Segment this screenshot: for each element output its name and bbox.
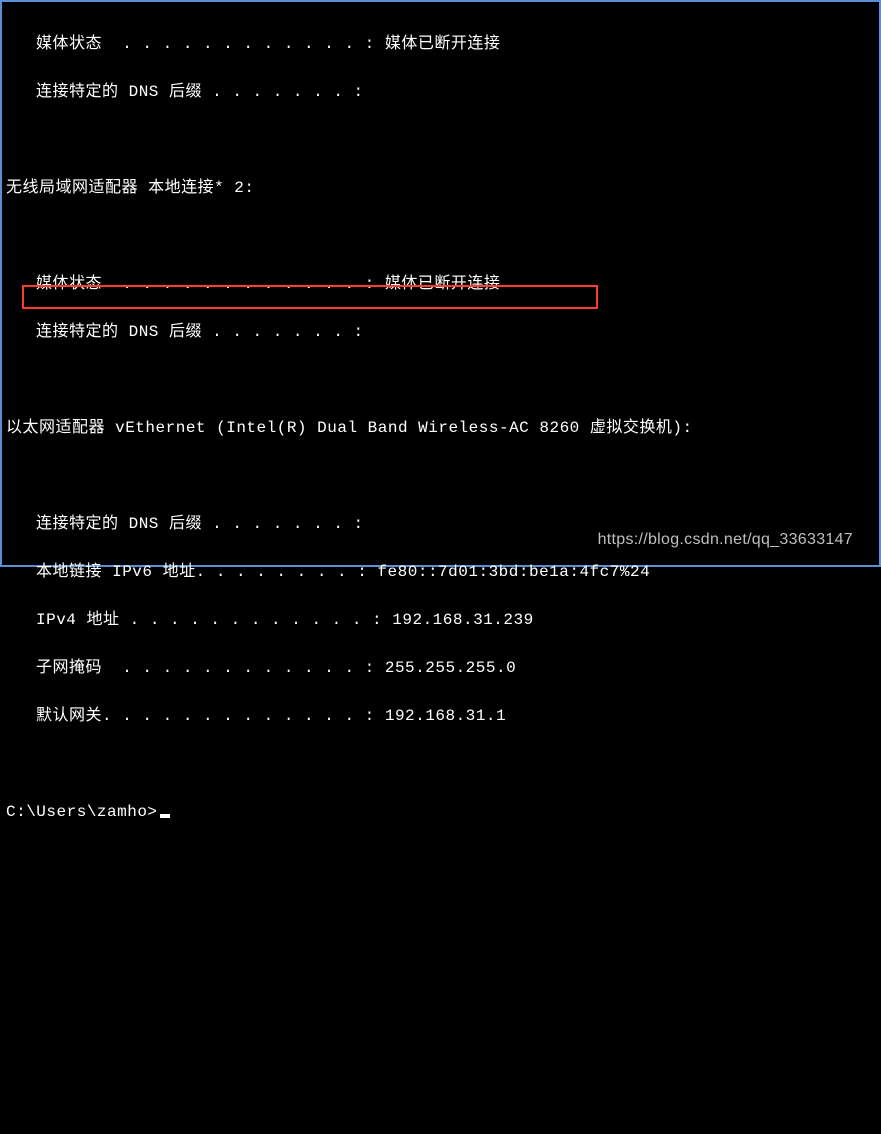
media-status-label: 媒体状态 . . . . . . . . . . . . : bbox=[36, 32, 375, 56]
blank-line bbox=[6, 368, 875, 392]
prompt-row[interactable]: C:\Users\zamho> bbox=[6, 800, 875, 824]
media-status-value: 媒体已断开连接 bbox=[375, 272, 501, 296]
annotation-arrow-icon bbox=[2, 854, 881, 1134]
gateway-value: 192.168.31.1 bbox=[375, 704, 506, 728]
media-status-value: 媒体已断开连接 bbox=[375, 32, 501, 56]
cursor-icon bbox=[160, 814, 170, 818]
ipv4-label: IPv4 地址 . . . . . . . . . . . . : bbox=[36, 608, 382, 632]
blank-line bbox=[6, 128, 875, 152]
dns-suffix-row: 连接特定的 DNS 后缀 . . . . . . . : bbox=[6, 80, 875, 104]
subnet-label: 子网掩码 . . . . . . . . . . . . : bbox=[36, 656, 375, 680]
adapter-header-text: 以太网适配器 vEthernet (Intel(R) Dual Band Wir… bbox=[6, 419, 693, 437]
subnet-row: 子网掩码 . . . . . . . . . . . . : 255.255.2… bbox=[6, 656, 875, 680]
ipv6-row: 本地链接 IPv6 地址. . . . . . . . : fe80::7d01… bbox=[6, 560, 875, 584]
dns-suffix-label: 连接特定的 DNS 后缀 . . . . . . . : bbox=[36, 80, 364, 104]
terminal-output: 媒体状态 . . . . . . . . . . . . : 媒体已断开连接 连… bbox=[2, 2, 879, 854]
subnet-value: 255.255.255.0 bbox=[375, 656, 516, 680]
ipv6-label: 本地链接 IPv6 地址. . . . . . . . : bbox=[36, 560, 367, 584]
gateway-row: 默认网关. . . . . . . . . . . . . : 192.168.… bbox=[6, 704, 875, 728]
ipv4-row: IPv4 地址 . . . . . . . . . . . . : 192.16… bbox=[6, 608, 875, 632]
adapter-header-text: 无线局域网适配器 本地连接* 2: bbox=[6, 179, 255, 197]
adapter-header-vethernet: 以太网适配器 vEthernet (Intel(R) Dual Band Wir… bbox=[6, 416, 875, 440]
blank-line bbox=[6, 752, 875, 776]
blank-line bbox=[6, 224, 875, 248]
media-status-row: 媒体状态 . . . . . . . . . . . . : 媒体已断开连接 bbox=[6, 272, 875, 296]
media-status-row: 媒体状态 . . . . . . . . . . . . : 媒体已断开连接 bbox=[6, 32, 875, 56]
prompt-text: C:\Users\zamho> bbox=[6, 803, 158, 821]
media-status-label: 媒体状态 . . . . . . . . . . . . : bbox=[36, 272, 375, 296]
watermark-text: https://blog.csdn.net/qq_33633147 bbox=[598, 531, 853, 549]
ipv4-value: 192.168.31.239 bbox=[382, 608, 534, 632]
gateway-label: 默认网关. . . . . . . . . . . . . : bbox=[36, 704, 375, 728]
ipv6-value: fe80::7d01:3bd:be1a:4fc7%24 bbox=[367, 560, 650, 584]
blank-line bbox=[6, 464, 875, 488]
dns-suffix-label: 连接特定的 DNS 后缀 . . . . . . . : bbox=[36, 512, 364, 536]
dns-suffix-label: 连接特定的 DNS 后缀 . . . . . . . : bbox=[36, 320, 364, 344]
dns-suffix-row: 连接特定的 DNS 后缀 . . . . . . . : bbox=[6, 320, 875, 344]
adapter-header-wlan: 无线局域网适配器 本地连接* 2: bbox=[6, 176, 875, 200]
